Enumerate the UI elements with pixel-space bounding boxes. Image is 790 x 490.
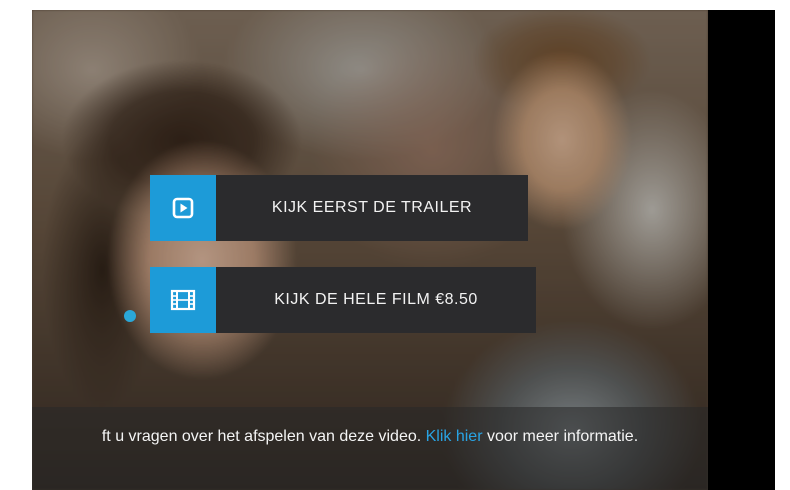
playback-help-text-start: ft u vragen over het afspelen van deze v… xyxy=(101,428,426,445)
video-frame[interactable]: KIJK EERST DE TRAILER KIJK DE HELE FILM … xyxy=(32,10,708,490)
video-player[interactable]: KIJK EERST DE TRAILER KIJK DE HELE FILM … xyxy=(32,10,775,490)
playback-help-text-end: voor meer informatie. xyxy=(482,428,639,445)
play-icon xyxy=(150,175,216,241)
watch-trailer-button[interactable]: KIJK EERST DE TRAILER xyxy=(150,175,528,241)
watch-full-film-label: KIJK DE HELE FILM €8.50 xyxy=(274,291,478,308)
earring-detail xyxy=(124,310,136,322)
film-icon xyxy=(150,267,216,333)
letterbox-bar xyxy=(708,10,775,490)
playback-help-text: ft u vragen over het afspelen van deze v… xyxy=(32,426,708,448)
playback-info-bar xyxy=(32,407,708,490)
watch-trailer-label: KIJK EERST DE TRAILER xyxy=(271,199,473,216)
watch-full-film-button[interactable]: KIJK DE HELE FILM €8.50 xyxy=(150,267,536,333)
help-link[interactable]: Klik hier xyxy=(426,428,483,445)
